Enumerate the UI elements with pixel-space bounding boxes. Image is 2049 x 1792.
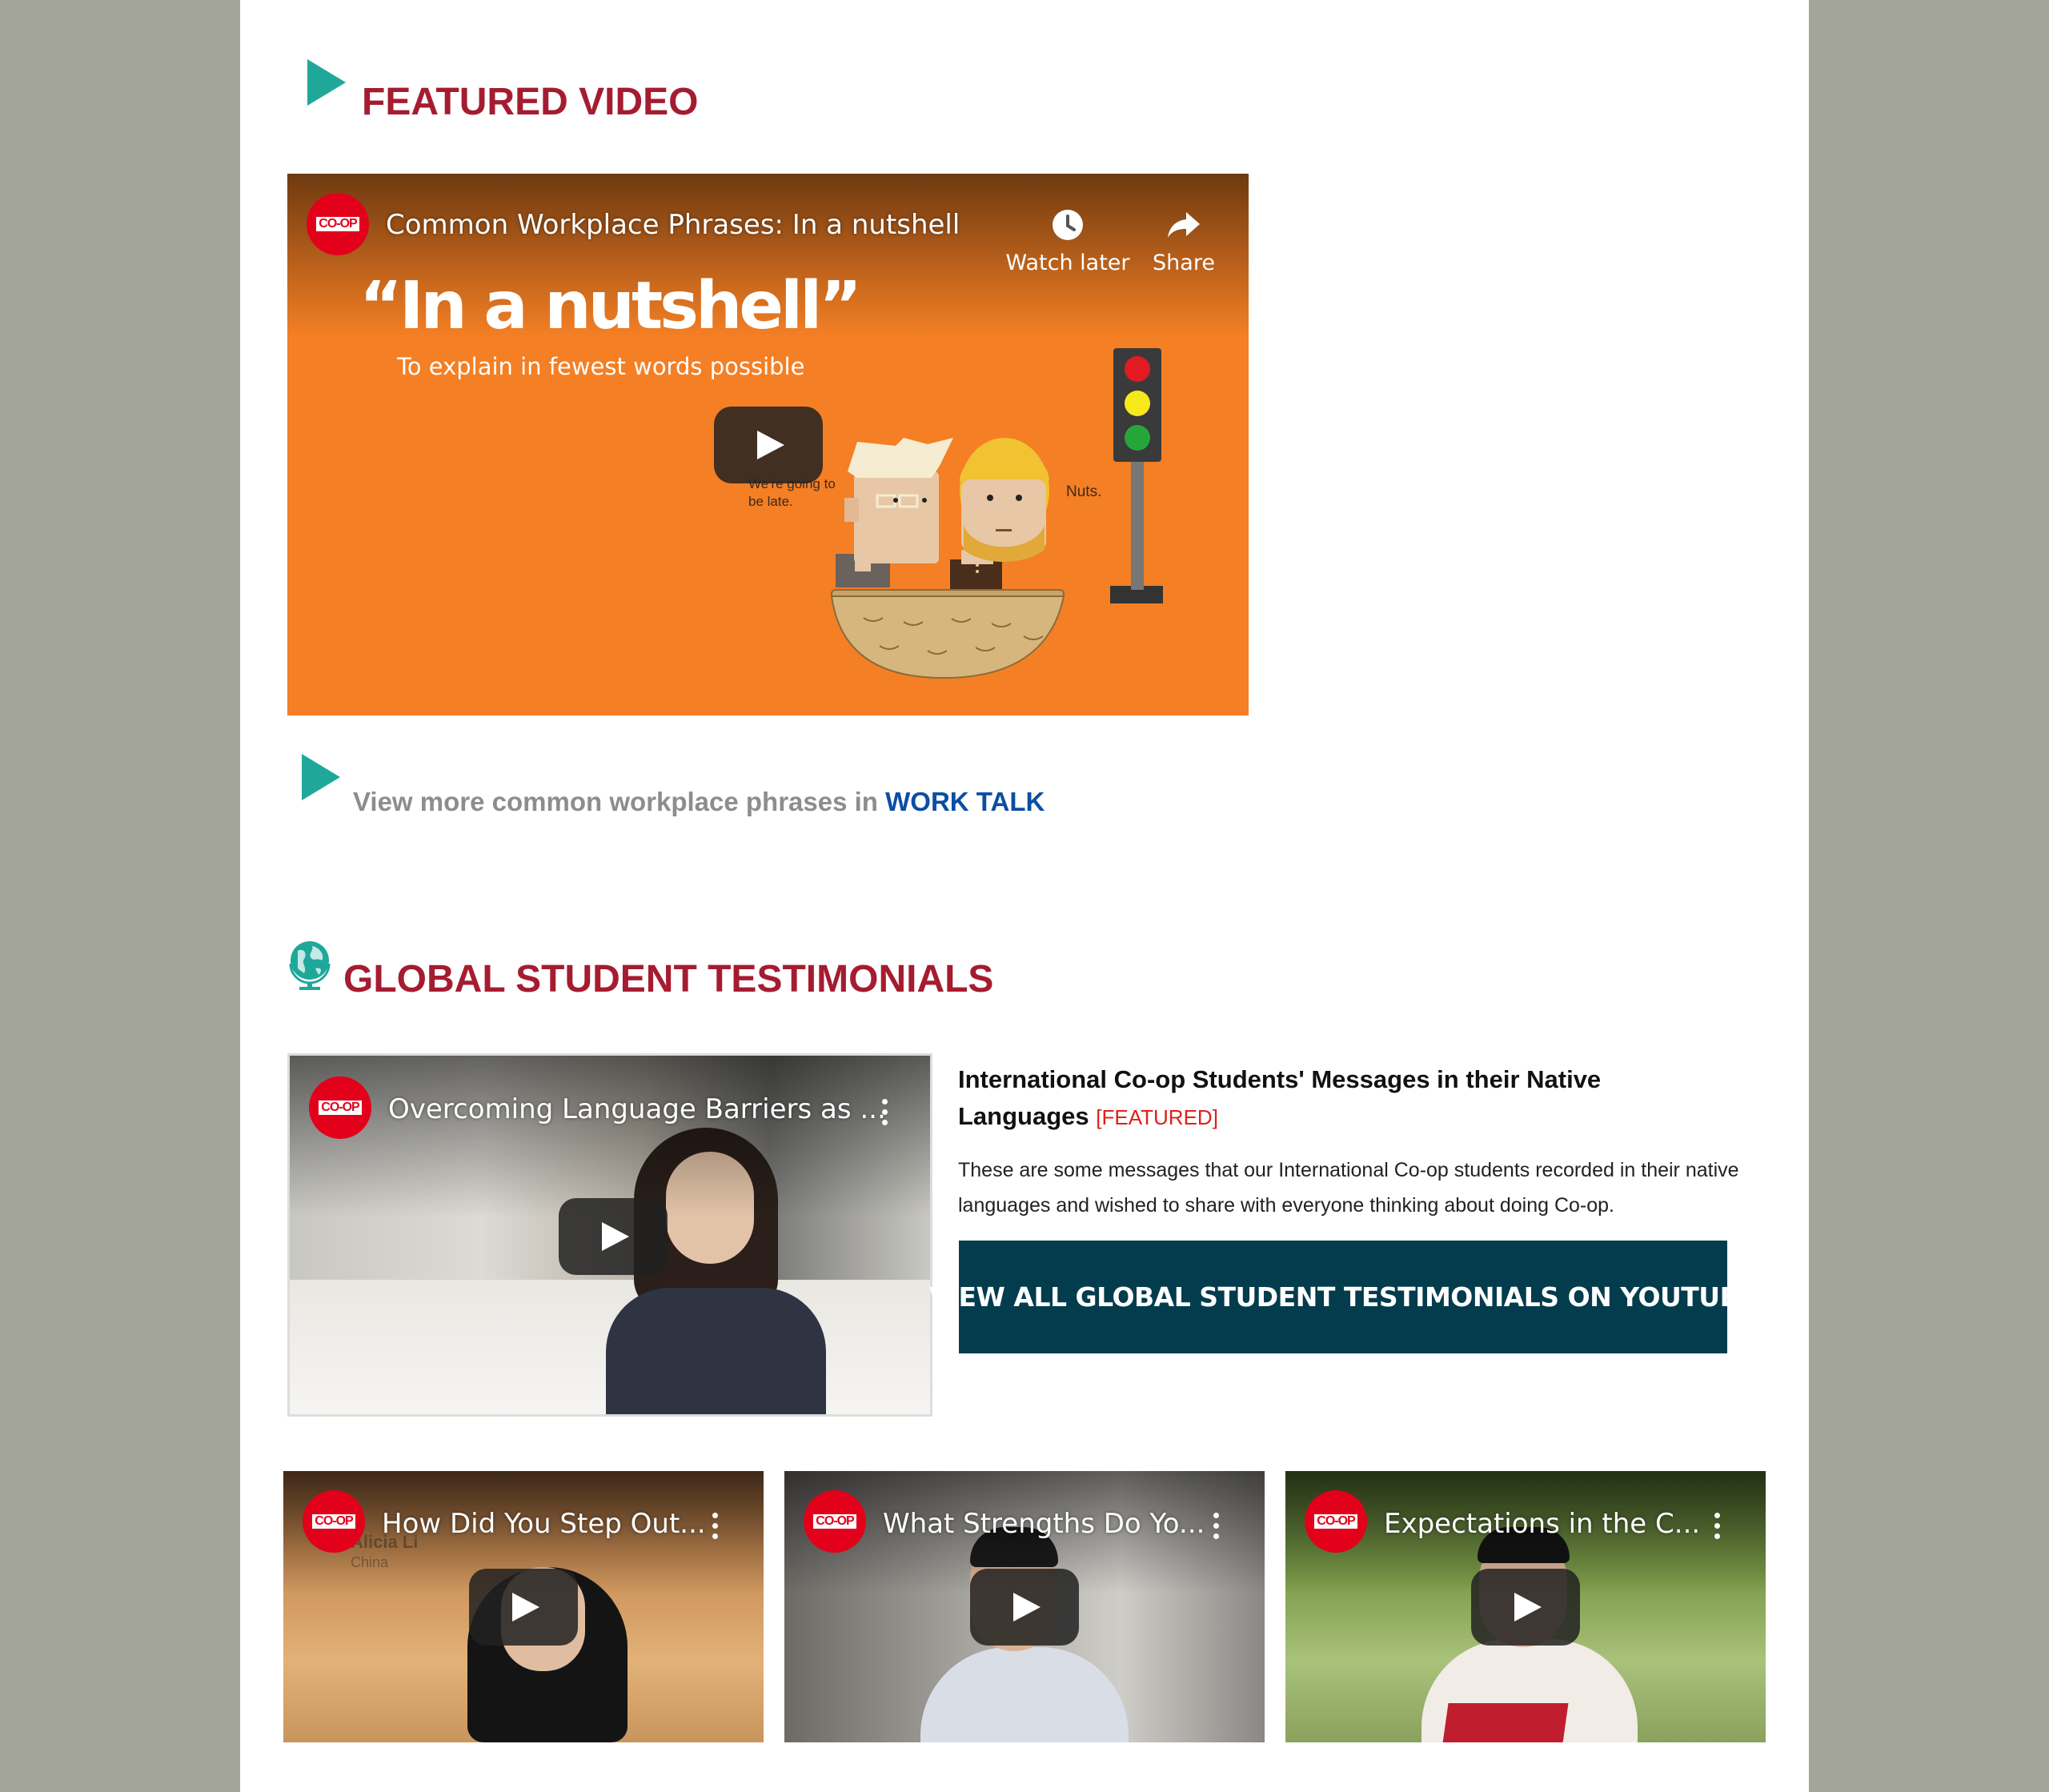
youtube-play-icon[interactable] — [970, 1569, 1079, 1646]
testimonial-video-2[interactable]: CO-OP What Strengths Do Yo... — [784, 1471, 1265, 1742]
testimonial-article-title: International Co-op Students' Messages i… — [958, 1061, 1726, 1136]
view-all-testimonials-button[interactable]: VIEW ALL GLOBAL STUDENT TESTIMONIALS ON … — [929, 1241, 1758, 1353]
play-arrow-icon — [307, 59, 346, 106]
channel-logo[interactable]: CO-OP — [303, 1490, 365, 1553]
more-vert-icon[interactable] — [1213, 1513, 1220, 1544]
video-title[interactable]: Overcoming Language Barriers as ... — [388, 1093, 886, 1125]
youtube-play-icon[interactable] — [469, 1569, 578, 1646]
featured-tag: [FEATURED] — [1096, 1105, 1218, 1129]
caption-place: China — [351, 1554, 389, 1570]
article-title-text: International Co-op Students' Messages i… — [958, 1065, 1602, 1130]
cta-label: VIEW ALL GLOBAL STUDENT TESTIMONIALS ON … — [928, 1281, 1758, 1313]
testimonial-video-3[interactable]: CO-OP Expectations in the C... — [1285, 1471, 1766, 1742]
testimonial-video-1[interactable]: Alicia Li China CO-OP How Did You Step O… — [283, 1471, 764, 1742]
view-more-line: View more common workplace phrases in WO… — [353, 787, 1045, 817]
work-talk-link[interactable]: WORK TALK — [885, 787, 1045, 816]
more-vert-icon[interactable] — [712, 1513, 719, 1544]
video-title[interactable]: What Strengths Do Yo... — [883, 1508, 1205, 1540]
featured-video-heading: FEATURED VIDEO — [362, 81, 699, 123]
featured-video-player[interactable]: CO-OP Common Workplace Phrases: In a nut… — [287, 174, 1249, 716]
globe-icon — [289, 941, 331, 990]
testimonials-heading: GLOBAL STUDENT TESTIMONIALS — [343, 958, 994, 1000]
youtube-play-icon[interactable] — [559, 1198, 668, 1275]
youtube-play-icon[interactable] — [714, 407, 823, 483]
more-vert-icon[interactable] — [882, 1099, 888, 1130]
testimonial-description: These are some messages that our Interna… — [958, 1159, 1739, 1217]
play-arrow-icon — [302, 754, 340, 800]
channel-logo[interactable]: CO-OP — [1305, 1490, 1367, 1553]
view-more-text: View more common workplace phrases in — [353, 787, 878, 816]
youtube-play-icon[interactable] — [1471, 1569, 1580, 1646]
content-page: FEATURED VIDEO CO-OP Common Workplace Ph… — [240, 0, 1809, 1792]
more-vert-icon[interactable] — [1714, 1513, 1721, 1544]
channel-logo[interactable]: CO-OP — [309, 1076, 371, 1139]
video-title[interactable]: Expectations in the C... — [1384, 1508, 1700, 1540]
speech-right: Nuts. — [1066, 483, 1102, 500]
channel-logo[interactable]: CO-OP — [804, 1490, 866, 1553]
testimonial-main-video[interactable]: CO-OP Overcoming Language Barriers as ..… — [287, 1053, 932, 1417]
video-title[interactable]: How Did You Step Out... — [382, 1508, 706, 1540]
